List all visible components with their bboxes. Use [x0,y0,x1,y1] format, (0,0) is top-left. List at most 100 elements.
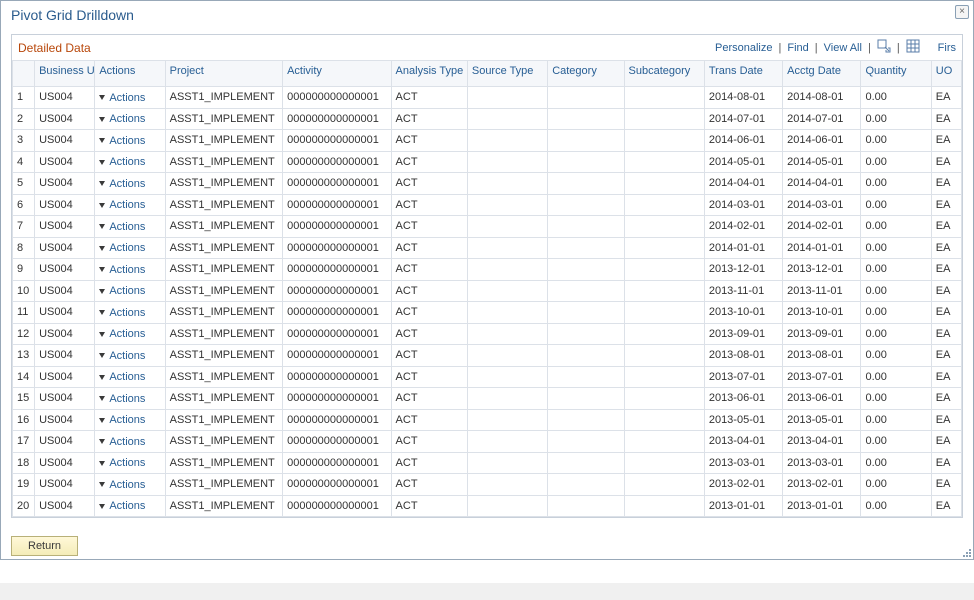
cell-source-type [467,108,547,130]
table-row: 1US004ActionsASST1_IMPLEMENT000000000000… [13,87,962,109]
table-row: 10US004ActionsASST1_IMPLEMENT00000000000… [13,280,962,302]
actions-dropdown[interactable]: Actions [99,307,145,319]
actions-dropdown[interactable]: Actions [99,285,145,297]
col-source-type[interactable]: Source Type [467,61,547,87]
cell-trans-date: 2014-07-01 [704,108,782,130]
col-quantity[interactable]: Quantity [861,61,931,87]
cell-actions: Actions [95,194,165,216]
cell-project: ASST1_IMPLEMENT [165,237,282,259]
actions-dropdown[interactable]: Actions [99,328,145,340]
view-all-link[interactable]: View All [824,42,862,54]
actions-dropdown[interactable]: Actions [99,479,145,491]
grid-caption: Detailed Data [18,41,91,55]
cell-category [548,452,624,474]
actions-label: Actions [109,178,145,190]
chevron-down-icon [99,332,105,337]
cell-business-unit: US004 [35,151,95,173]
resize-grip[interactable] [958,544,973,559]
modal-title: Pivot Grid Drilldown [1,1,973,30]
cell-index: 8 [13,237,35,259]
actions-dropdown[interactable]: Actions [99,199,145,211]
cell-acctg-date: 2013-06-01 [783,388,861,410]
cell-trans-date: 2013-01-01 [704,495,782,517]
cell-acctg-date: 2014-02-01 [783,216,861,238]
col-activity[interactable]: Activity [283,61,391,87]
spreadsheet-icon[interactable] [906,39,920,56]
actions-dropdown[interactable]: Actions [99,92,145,104]
cell-activity: 000000000000001 [283,194,391,216]
chevron-down-icon [99,181,105,186]
horizontal-scrollbar[interactable] [0,583,974,600]
cell-analysis-type: ACT [391,474,467,496]
personalize-link[interactable]: Personalize [715,42,772,54]
actions-dropdown[interactable]: Actions [99,436,145,448]
actions-label: Actions [109,500,145,512]
actions-label: Actions [109,307,145,319]
actions-dropdown[interactable]: Actions [99,135,145,147]
cell-analysis-type: ACT [391,452,467,474]
actions-dropdown[interactable]: Actions [99,457,145,469]
col-actions[interactable]: Actions [95,61,165,87]
cell-quantity: 0.00 [861,194,931,216]
col-analysis-type[interactable]: Analysis Type [391,61,467,87]
table-row: 15US004ActionsASST1_IMPLEMENT00000000000… [13,388,962,410]
actions-dropdown[interactable]: Actions [99,393,145,405]
cell-uom: EA [931,302,961,324]
cell-project: ASST1_IMPLEMENT [165,173,282,195]
cell-acctg-date: 2013-05-01 [783,409,861,431]
table-row: 7US004ActionsASST1_IMPLEMENT000000000000… [13,216,962,238]
actions-dropdown[interactable]: Actions [99,242,145,254]
zoom-icon[interactable] [877,39,891,56]
col-project[interactable]: Project [165,61,282,87]
cell-project: ASST1_IMPLEMENT [165,108,282,130]
cell-actions: Actions [95,495,165,517]
cell-trans-date: 2013-06-01 [704,388,782,410]
col-acctg-date[interactable]: Acctg Date [783,61,861,87]
find-link[interactable]: Find [787,42,808,54]
cell-actions: Actions [95,452,165,474]
actions-dropdown[interactable]: Actions [99,221,145,233]
col-uom[interactable]: UO [931,61,961,87]
cell-project: ASST1_IMPLEMENT [165,216,282,238]
actions-label: Actions [109,221,145,233]
cell-quantity: 0.00 [861,345,931,367]
actions-dropdown[interactable]: Actions [99,350,145,362]
cell-category [548,173,624,195]
table-row: 13US004ActionsASST1_IMPLEMENT00000000000… [13,345,962,367]
cell-category [548,151,624,173]
col-subcategory[interactable]: Subcategory [624,61,704,87]
cell-activity: 000000000000001 [283,173,391,195]
col-business-unit[interactable]: Business Unit [35,61,95,87]
actions-dropdown[interactable]: Actions [99,500,145,512]
actions-dropdown[interactable]: Actions [99,414,145,426]
cell-activity: 000000000000001 [283,323,391,345]
cell-index: 18 [13,452,35,474]
cell-business-unit: US004 [35,474,95,496]
col-trans-date[interactable]: Trans Date [704,61,782,87]
cell-source-type [467,431,547,453]
table-row: 12US004ActionsASST1_IMPLEMENT00000000000… [13,323,962,345]
cell-quantity: 0.00 [861,431,931,453]
cell-category [548,366,624,388]
cell-subcategory [624,130,704,152]
cell-uom: EA [931,216,961,238]
actions-dropdown[interactable]: Actions [99,371,145,383]
actions-label: Actions [109,264,145,276]
cell-subcategory [624,452,704,474]
actions-dropdown[interactable]: Actions [99,264,145,276]
actions-label: Actions [109,242,145,254]
cell-activity: 000000000000001 [283,151,391,173]
cell-analysis-type: ACT [391,130,467,152]
close-button[interactable]: × [955,5,969,19]
actions-dropdown[interactable]: Actions [99,156,145,168]
col-category[interactable]: Category [548,61,624,87]
cell-analysis-type: ACT [391,280,467,302]
cell-source-type [467,216,547,238]
actions-dropdown[interactable]: Actions [99,178,145,190]
return-button[interactable]: Return [11,536,78,556]
actions-dropdown[interactable]: Actions [99,113,145,125]
cell-uom: EA [931,345,961,367]
cell-uom: EA [931,280,961,302]
cell-actions: Actions [95,151,165,173]
cell-uom: EA [931,151,961,173]
